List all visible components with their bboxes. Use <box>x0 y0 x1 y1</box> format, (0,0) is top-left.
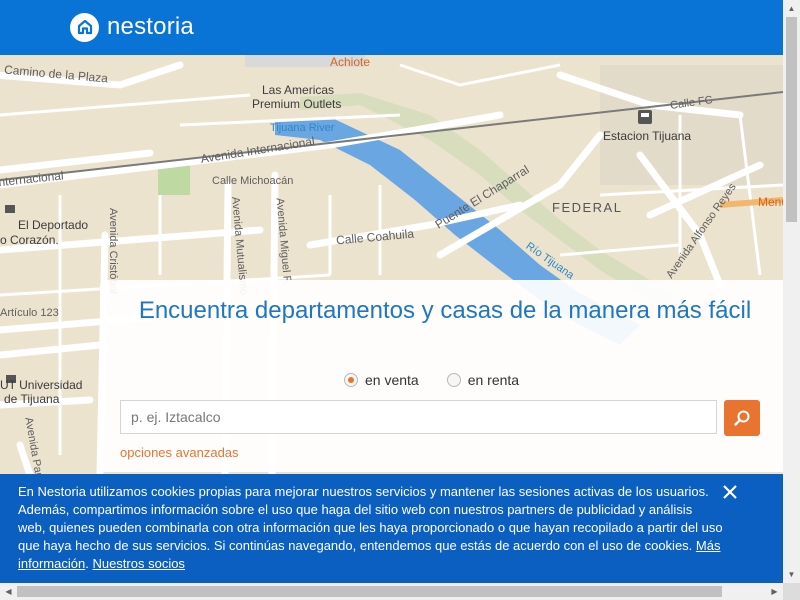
radio-en-venta-label: en venta <box>365 372 419 388</box>
map-label-calle-michoacan: Calle Michoacán <box>212 175 294 187</box>
vertical-scrollbar[interactable]: ▲ ▼ <box>783 0 800 583</box>
search-card: Encuentra departamentos y casas de la ma… <box>100 280 783 472</box>
map-label-las-americas: Las Americas <box>262 83 335 97</box>
horizontal-scroll-thumb[interactable] <box>17 586 722 597</box>
map-label-deportado: El Deportado <box>18 218 89 232</box>
cookie-message: En Nestoria utilizamos cookies propias p… <box>18 484 723 553</box>
close-icon <box>723 485 737 499</box>
map-label-premium-outlets: Premium Outlets <box>252 97 342 111</box>
map-label-estacion: Estacion Tijuana <box>603 129 692 143</box>
map-label-achiote: Achiote <box>330 55 371 69</box>
cookie-separator: . <box>85 556 89 571</box>
scroll-up-arrow-icon[interactable]: ▲ <box>783 0 800 17</box>
radio-en-renta-label: en renta <box>467 372 520 388</box>
partners-link[interactable]: Nuestros socios <box>92 556 184 571</box>
search-title: Encuentra departamentos y casas de la ma… <box>138 297 752 324</box>
nestoria-logo[interactable]: nestoria <box>70 12 194 42</box>
radio-dot[interactable] <box>446 373 461 387</box>
scroll-left-arrow-icon[interactable]: ◀ <box>0 583 17 600</box>
map-label-federal: FEDERAL <box>552 200 623 215</box>
radio-dot-selected[interactable] <box>344 373 358 387</box>
vertical-scroll-thumb[interactable] <box>786 17 797 222</box>
map-label-de-tijuana: de Tijuana <box>4 392 60 406</box>
house-icon <box>70 12 99 42</box>
search-input[interactable] <box>120 400 717 434</box>
map-label-ut: UT Universidad <box>0 378 83 392</box>
cookie-banner: En Nestoria utilizamos cookies propias p… <box>0 474 783 583</box>
horizontal-scrollbar[interactable]: ◀ ▶ <box>0 583 783 600</box>
map-label-articulo: Artículo 123 <box>0 307 59 319</box>
map-label-tijuana-river: Tijuana River <box>270 122 335 134</box>
radio-en-renta[interactable]: en renta <box>446 372 520 388</box>
radio-en-venta[interactable]: en venta <box>344 372 419 388</box>
scroll-down-arrow-icon[interactable]: ▼ <box>783 566 800 583</box>
map-label-corazon: o Corazón. <box>0 233 59 247</box>
cookie-close-button[interactable] <box>720 482 740 502</box>
brand-name: nestoria <box>107 13 194 40</box>
scrollbar-corner <box>783 583 800 600</box>
listing-type-radios: en venta en renta <box>344 372 547 388</box>
advanced-options-link[interactable]: opciones avanzadas <box>120 445 239 460</box>
top-header: nestoria <box>0 0 783 55</box>
search-button[interactable] <box>724 400 760 436</box>
cookie-text: En Nestoria utilizamos cookies propias p… <box>18 483 723 573</box>
search-icon <box>734 410 750 426</box>
scroll-right-arrow-icon[interactable]: ▶ <box>766 583 783 600</box>
map-label-menu: Menu <box>758 195 783 209</box>
